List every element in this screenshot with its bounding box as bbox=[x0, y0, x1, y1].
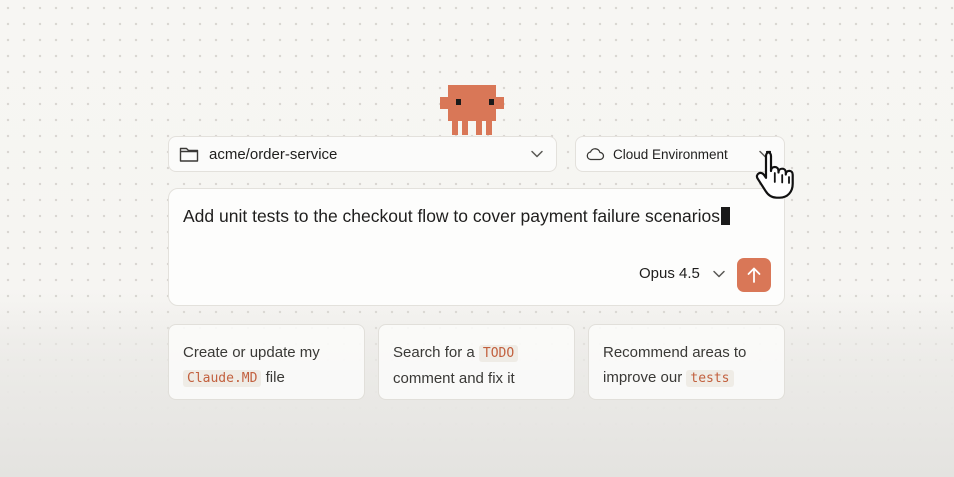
suggestion-text: improve our bbox=[603, 369, 683, 386]
cloud-icon bbox=[586, 148, 605, 161]
mascot-logo bbox=[440, 85, 504, 135]
suggestion-code: Claude.MD bbox=[183, 370, 262, 387]
model-select-value: Opus 4.5 bbox=[639, 265, 700, 282]
suggestion-text: Create or update my bbox=[183, 344, 320, 361]
suggestion-code: tests bbox=[686, 370, 734, 387]
text-caret bbox=[720, 207, 730, 225]
repo-select[interactable]: acme/order-service bbox=[168, 136, 557, 172]
model-select[interactable]: Opus 4.5 bbox=[639, 265, 726, 282]
folder-icon bbox=[179, 147, 199, 162]
suggestion-code: TODO bbox=[478, 345, 519, 362]
suggestion-card-tests[interactable]: Recommend areas to improve our tests bbox=[588, 324, 785, 400]
prompt-input[interactable]: Add unit tests to the checkout flow to c… bbox=[183, 206, 730, 227]
suggestion-text: comment and fix it bbox=[393, 370, 515, 387]
repo-select-value: acme/order-service bbox=[209, 145, 338, 163]
suggestion-card-todo[interactable]: Search for a TODO comment and fix it bbox=[378, 324, 575, 400]
suggestion-text: file bbox=[265, 369, 285, 386]
chevron-down-icon bbox=[531, 150, 543, 158]
send-button[interactable] bbox=[737, 258, 771, 292]
suggestion-card-claude-md[interactable]: Create or update my Claude.MD file bbox=[168, 324, 365, 400]
suggestion-text: Recommend areas to bbox=[603, 344, 747, 361]
environment-select-value: Cloud Environment bbox=[613, 146, 728, 162]
pointer-hand-cursor-icon bbox=[755, 150, 794, 199]
prompt-composer[interactable]: Add unit tests to the checkout flow to c… bbox=[168, 188, 785, 306]
arrow-up-icon bbox=[747, 267, 761, 283]
suggestion-text: Search for a bbox=[393, 344, 475, 361]
chevron-down-icon bbox=[713, 270, 725, 277]
prompt-input-text: Add unit tests to the checkout flow to c… bbox=[183, 206, 720, 226]
